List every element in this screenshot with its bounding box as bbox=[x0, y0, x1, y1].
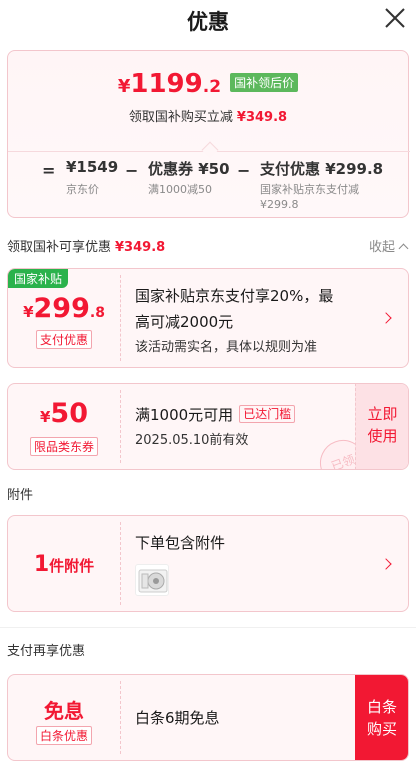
subsidy-section-title: 领取国补可享优惠 ¥349.8 bbox=[7, 240, 166, 255]
baitiao-buy-button[interactable]: 白条购买 bbox=[355, 675, 408, 760]
accessory-description: 下单包含附件 bbox=[135, 534, 226, 552]
accessory-section-title: 附件 bbox=[7, 488, 34, 503]
subsidy-discount-line: 领取国补购买立减 ¥349.8 bbox=[128, 110, 288, 125]
coupon-description: 满1000元可用 已达门槛 2025.05.10前有效 bbox=[135, 402, 296, 454]
final-price-tag: 国补领后价 bbox=[230, 73, 299, 92]
payment-discount-badge: 支付优惠 bbox=[35, 330, 92, 349]
chevron-right-icon[interactable] bbox=[380, 558, 392, 570]
air-conditioner-unit-icon bbox=[138, 569, 168, 593]
payment-section-title: 支付再享优惠 bbox=[7, 644, 86, 659]
accessory-card[interactable]: 1件附件 下单包含附件 bbox=[7, 515, 409, 612]
subsidy-amount: ¥299.8 bbox=[23, 293, 105, 324]
card-divider bbox=[120, 681, 121, 754]
final-price: ¥1199.2 bbox=[117, 69, 222, 99]
installment-description: 白条6期免息 bbox=[135, 709, 220, 727]
baitiao-badge: 白条优惠 bbox=[35, 726, 92, 745]
subsidy-amount-block: ¥299.8 支付优惠 bbox=[8, 269, 120, 367]
baitiao-card: 免息 白条优惠 白条6期免息 白条购买 bbox=[7, 674, 409, 761]
price-breakdown: = ¥1549 京东价 − 优惠券 ¥50 满1000减50 − 支付优惠 ¥2… bbox=[8, 151, 410, 211]
subsidy-card[interactable]: 国家补贴 ¥299.8 支付优惠 国家补贴京东支付享20%，最 高可减2000元… bbox=[7, 268, 409, 368]
jd-price-label: 京东价 bbox=[66, 183, 99, 196]
card-divider bbox=[120, 275, 121, 361]
coupon-amount: ¥50 bbox=[39, 398, 88, 429]
minus-sign: − bbox=[237, 161, 251, 180]
threshold-reached-badge: 已达门槛 bbox=[239, 405, 296, 423]
card-divider bbox=[120, 522, 121, 605]
payment-discount-value: 支付优惠 ¥299.8 bbox=[260, 160, 384, 178]
minus-sign: − bbox=[125, 161, 139, 180]
page-title: 优惠 bbox=[187, 10, 229, 34]
interest-free-title: 免息 bbox=[44, 699, 84, 723]
accessory-count: 1件附件 bbox=[33, 552, 95, 577]
interest-free-block: 免息 白条优惠 bbox=[8, 675, 120, 760]
coupon-card: ¥50 限品类东券 满1000元可用 已达门槛 2025.05.10前有效 已领 … bbox=[7, 383, 409, 470]
coupon-value: 优惠券 ¥50 bbox=[148, 160, 230, 178]
chevron-up-icon bbox=[398, 243, 409, 254]
coupon-amount-block: ¥50 限品类东券 bbox=[8, 384, 120, 469]
chevron-right-icon[interactable] bbox=[380, 312, 392, 324]
header: 优惠 bbox=[0, 0, 416, 40]
jd-price-value: ¥1549 bbox=[66, 158, 119, 176]
card-divider bbox=[120, 390, 121, 463]
section-divider bbox=[0, 627, 416, 628]
coupon-label: 满1000减50 bbox=[148, 183, 212, 196]
coupon-type-badge: 限品类东券 bbox=[29, 437, 98, 456]
subsidy-description: 国家补贴京东支付享20%，最 高可减2000元 该活动需实名，具体以规则为准 bbox=[135, 287, 334, 355]
use-now-button[interactable]: 立即使用 bbox=[355, 384, 408, 469]
payment-discount-label: 国家补贴京东支付减 ¥299.8 bbox=[260, 183, 359, 211]
accessory-thumbnail bbox=[135, 564, 169, 596]
equals-sign: = bbox=[42, 161, 56, 180]
final-price-row: ¥1199.2 国补领后价 bbox=[8, 69, 408, 99]
collapse-toggle[interactable]: 收起 bbox=[369, 236, 409, 255]
price-summary: ¥1199.2 国补领后价 领取国补购买立减 ¥349.8 = ¥1549 京东价… bbox=[7, 50, 410, 218]
accessory-count-block: 1件附件 bbox=[8, 516, 120, 611]
close-icon[interactable] bbox=[384, 7, 406, 29]
